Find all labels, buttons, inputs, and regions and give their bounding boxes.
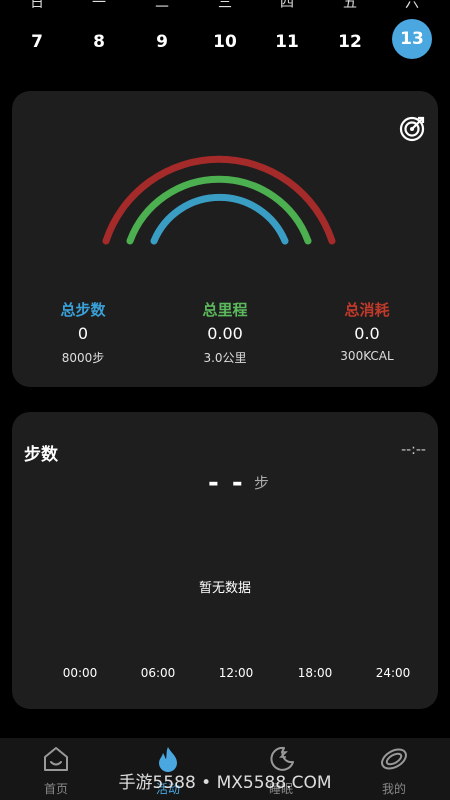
steps-arc	[150, 193, 289, 245]
calories-stat-goal: 300KCAL	[340, 349, 394, 363]
distance-stat-goal: 3.0公里	[203, 351, 247, 365]
calories-stat: 总消耗 0.0 300KCAL	[297, 299, 437, 363]
date-7[interactable]: 7	[17, 30, 57, 54]
date-8[interactable]: 8	[79, 30, 119, 54]
weekday-label: 五	[343, 0, 357, 11]
empty-state-text: 暂无数据	[198, 581, 251, 596]
steps-card-value: - -	[208, 468, 245, 498]
weekday-label: 四	[280, 0, 294, 11]
date-11[interactable]: 11	[267, 30, 307, 54]
time-axis-tick: 24:00	[375, 666, 411, 680]
weekday-label: 三	[218, 0, 232, 11]
date-10[interactable]: 10	[205, 30, 245, 54]
weekday-label: 二	[155, 0, 169, 11]
weekday-label: 日	[30, 0, 44, 11]
date-9[interactable]: 9	[142, 30, 182, 54]
distance-stat-label: 总里程	[202, 301, 248, 319]
calories-stat-label: 总消耗	[344, 301, 390, 319]
watermark-text: 手游5588 • MX5588.COM	[118, 773, 332, 793]
steps-card-title: 步数	[24, 445, 58, 465]
time-axis-tick: 18:00	[297, 666, 333, 680]
date-12[interactable]: 12	[330, 30, 370, 54]
steps-stat: 总步数 0 8000步	[13, 299, 153, 366]
time-axis-tick: 12:00	[218, 666, 254, 680]
weekday-label: 六	[405, 0, 419, 11]
calories-stat-value: 0.0	[354, 324, 380, 343]
activity-rings-chart	[102, 155, 336, 245]
distance-stat-value: 0.00	[207, 324, 243, 343]
steps-card[interactable]: 步数 --:-- - - 步 暂无数据 00:00 06:00 12:00 18…	[12, 412, 438, 709]
week-strip: 日 一 二 三 四 五 六 7 8 9 10 11 12 13	[0, 0, 450, 80]
time-axis-tick: 06:00	[140, 666, 176, 680]
steps-card-unit: 步	[254, 474, 270, 492]
weekday-label: 一	[92, 0, 106, 11]
steps-stat-label: 总步数	[60, 301, 106, 319]
steps-stat-goal: 8000步	[61, 351, 105, 365]
steps-card-time: --:--	[401, 442, 426, 458]
time-axis-tick: 00:00	[62, 666, 98, 680]
date-13-selected[interactable]: 13	[392, 27, 432, 51]
distance-stat: 总里程 0.00 3.0公里	[155, 299, 295, 366]
steps-stat-value: 0	[77, 324, 89, 343]
activity-summary-card: 总步数 0 8000步 总里程 0.00 3.0公里 总消耗 0.0 300KC…	[12, 91, 438, 387]
